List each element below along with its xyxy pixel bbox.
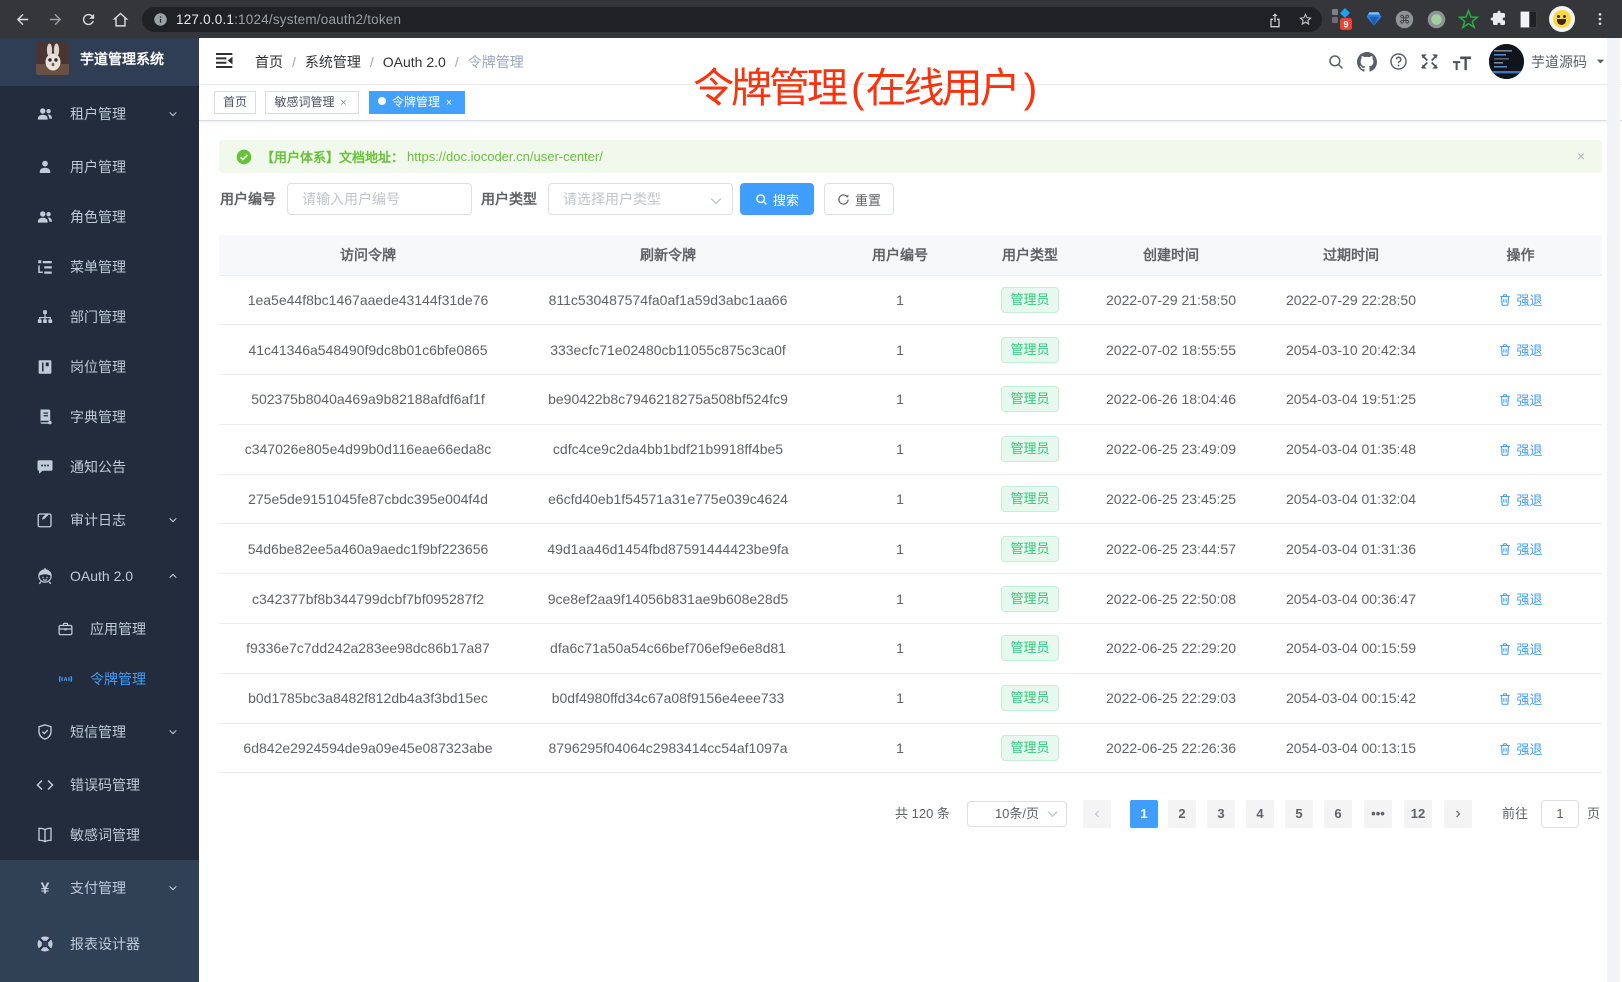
svg-text:⌘: ⌘ bbox=[1399, 14, 1410, 26]
svg-text:A: A bbox=[63, 677, 67, 683]
svg-text:9: 9 bbox=[1343, 20, 1348, 30]
svg-text:¥: ¥ bbox=[41, 880, 50, 897]
